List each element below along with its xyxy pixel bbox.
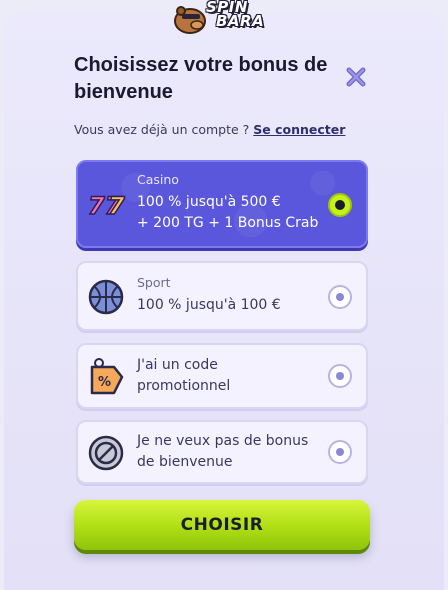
login-prompt-text: Vous avez déjà un compte ? — [74, 122, 250, 137]
svg-text:%: % — [98, 375, 111, 390]
close-icon — [346, 67, 366, 87]
login-prompt: Vous avez déjà un compte ? Se connecter — [74, 122, 345, 137]
radio-unselected[interactable] — [328, 440, 352, 464]
page-title: Choisissez votre bonus de bienvenue — [74, 54, 328, 103]
logo-text-bara: BARA — [216, 12, 265, 30]
bonus-option-sport[interactable]: Sport 100 % jusqu'à 100 € — [76, 261, 368, 331]
option-text-line2: promotionnel — [137, 378, 231, 394]
option-text-line2: de bienvenue — [137, 454, 233, 470]
option-text-line1: 100 % jusqu'à 500 € — [137, 194, 281, 210]
bonus-option-no-bonus[interactable]: Je ne veux pas de bonus de bienvenue — [76, 420, 368, 484]
option-text-line1: J'ai un code — [137, 357, 218, 373]
bonus-option-promo-code[interactable]: % J'ai un code promotionnel — [76, 343, 368, 409]
no-bonus-icon — [88, 435, 124, 471]
spinbara-logo: SPIN BARA — [168, 0, 280, 34]
capybara-mascot-icon — [174, 6, 206, 34]
close-button[interactable] — [345, 66, 367, 88]
option-text-line2: + 200 TG + 1 Bonus Crab — [137, 215, 319, 231]
choose-button[interactable]: CHOISIR — [74, 500, 370, 550]
bonus-option-casino[interactable]: 77 7 Casino 100 % jusqu'à 500 € + 200 TG… — [76, 160, 368, 248]
option-text-line1: 100 % jusqu'à 100 € — [137, 297, 281, 313]
option-text-line1: Je ne veux pas de bonus — [137, 433, 309, 449]
slot-777-icon: 77 7 — [87, 191, 126, 221]
svg-text:7: 7 — [108, 192, 125, 220]
option-label: Casino — [137, 172, 179, 187]
option-label: Sport — [137, 275, 171, 290]
radio-unselected[interactable] — [328, 285, 352, 309]
promo-tag-icon: % — [90, 358, 124, 395]
login-link[interactable]: Se connecter — [253, 122, 345, 137]
radio-selected[interactable] — [328, 193, 352, 217]
radio-unselected[interactable] — [328, 364, 352, 388]
basketball-icon — [88, 279, 124, 315]
